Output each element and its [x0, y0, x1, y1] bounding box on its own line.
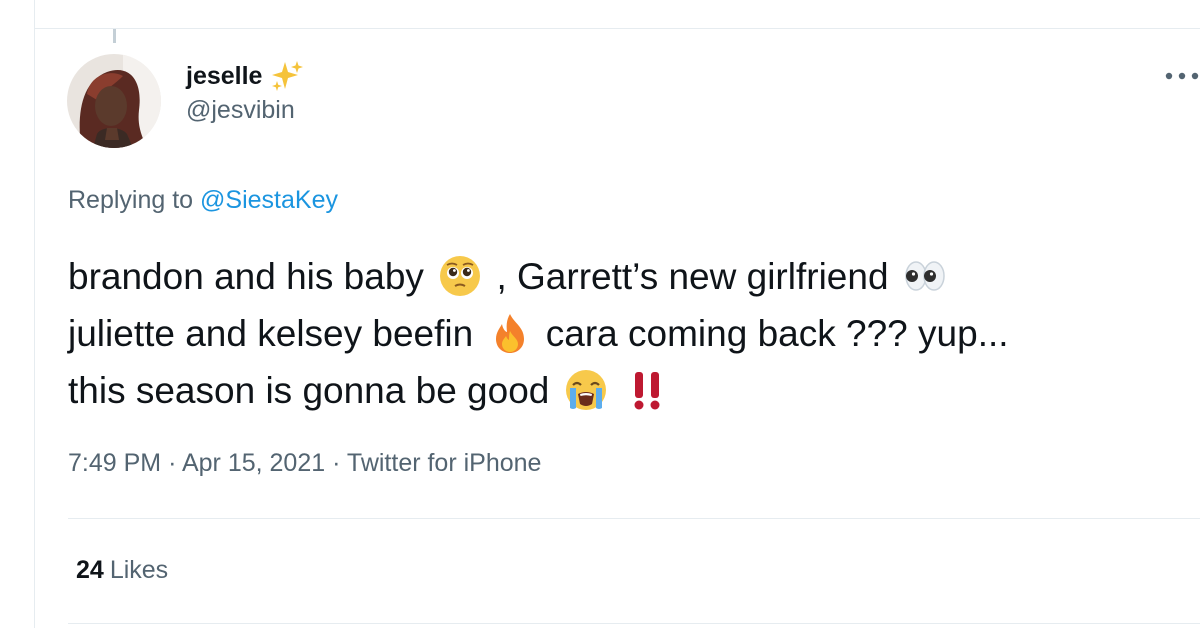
tweet-text-line2b: cara coming back ??? yup... [545, 313, 1009, 354]
thread-connector [113, 29, 116, 43]
left-border [34, 0, 35, 628]
replying-prefix: Replying to [68, 186, 194, 214]
fire-emoji-icon [495, 314, 524, 353]
top-divider [35, 28, 1200, 29]
tweet-source[interactable]: Twitter for iPhone [347, 449, 542, 477]
tweet-text-line2a: juliette and kelsey beefin [68, 313, 474, 354]
tweet-date[interactable]: Apr 15, 2021 [182, 449, 325, 477]
display-name[interactable]: jeselle [186, 58, 304, 94]
stats-divider [68, 623, 1200, 624]
avatar-image [67, 54, 161, 148]
loudly-crying-face-emoji-icon [565, 370, 606, 410]
tweet-time[interactable]: 7:49 PM [68, 449, 161, 477]
likes-label: Likes [109, 556, 169, 584]
more-options-button[interactable] [1164, 64, 1200, 88]
tweet-text-line1a: brandon and his baby [68, 256, 424, 297]
sparkles-emoji-icon [272, 61, 304, 91]
tweet-text-line3a: this season is gonna be good [68, 370, 550, 411]
replying-to: Replying to @SiestaKey [68, 186, 338, 215]
handle[interactable]: @jesvibin [186, 96, 304, 125]
double-exclamation-emoji-icon [634, 372, 660, 410]
tweet-text: brandon and his baby , Garrett’s new gir… [68, 248, 1196, 419]
author-block: jeselle @jesvibin [186, 58, 304, 125]
tweet-text-line1b: , Garrett’s new girlfriend [496, 256, 889, 297]
reply-mention-link[interactable]: @SiestaKey [200, 186, 338, 214]
likes-count: 24 [76, 556, 104, 584]
meta-divider [68, 518, 1200, 519]
pleading-face-emoji-icon [440, 256, 481, 296]
display-name-text: jeselle [186, 61, 263, 90]
tweet-meta: 7:49 PM · Apr 15, 2021 · Twitter for iPh… [68, 449, 541, 478]
eyes-emoji-icon [905, 261, 945, 291]
avatar[interactable] [67, 54, 161, 148]
likes-stat[interactable]: 24 Likes [76, 556, 168, 585]
tweet-card: jeselle @jesvibin Replying to @SiestaKey… [0, 0, 1200, 628]
meta-separator: · [168, 449, 177, 477]
more-dots-icon [1165, 72, 1199, 80]
meta-separator: · [332, 449, 341, 477]
